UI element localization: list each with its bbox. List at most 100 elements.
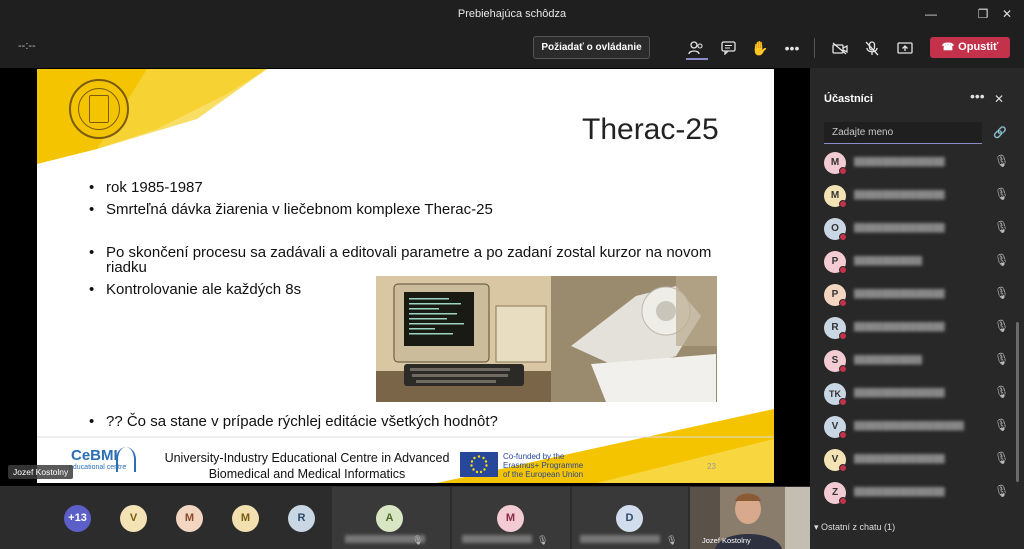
- participant-row[interactable]: Z ████████████████ 🎙: [822, 481, 1012, 505]
- status-badge: [839, 398, 847, 406]
- minimize-icon[interactable]: —: [914, 4, 948, 24]
- participant-name-blurred: ████████████████████: [854, 421, 964, 430]
- mic-off-icon: 🎙: [994, 319, 1010, 333]
- more-participants-badge[interactable]: +13: [64, 505, 91, 532]
- camera-off-icon[interactable]: [828, 36, 852, 60]
- presenter-video-name: Jozef Kostolny: [702, 536, 751, 545]
- participant-name-blurred: ████████████████: [854, 190, 945, 199]
- mic-off-icon: 🎙: [994, 352, 1010, 366]
- participant-name-blurred: ████████████████: [854, 388, 945, 397]
- bullet-list-bottom: ?? Čo sa stane v prípade rýchlej editáci…: [89, 413, 498, 430]
- bullet-item: Po skončení procesu sa zadávali a editov…: [89, 245, 729, 275]
- participant-search-input[interactable]: [824, 122, 982, 144]
- mic-off-icon: 🎙: [994, 253, 1010, 267]
- mic-off-icon: 🎙: [994, 451, 1010, 465]
- mic-off-icon: 🎙: [537, 535, 549, 545]
- share-invite-link-icon[interactable]: 🔗: [993, 126, 1007, 139]
- participant-row[interactable]: P ████████████ 🎙: [822, 250, 1012, 274]
- mic-off-icon: 🎙: [994, 286, 1010, 300]
- footer-line-2: Biomedical and Medical Informatics: [208, 467, 406, 481]
- participant-row[interactable]: R ████████████████ 🎙: [822, 316, 1012, 340]
- participants-panel: Účastníci ••• ✕ 🔗 M ████████████████ 🎙 M…: [810, 68, 1024, 549]
- mic-off-icon: 🎙: [666, 535, 678, 545]
- mic-off-icon: 🎙: [994, 484, 1010, 498]
- participant-row[interactable]: M ████████████████ 🎙: [822, 151, 1012, 175]
- panel-scrollbar[interactable]: [1016, 322, 1019, 482]
- participant-avatar: A: [376, 505, 403, 532]
- participant-avatar[interactable]: R: [288, 505, 315, 532]
- slide-title: Therac-25: [582, 113, 719, 146]
- footer-line-1: University-Industry Educational Centre i…: [164, 451, 450, 465]
- close-icon[interactable]: ✕: [994, 92, 1004, 106]
- participant-avatar[interactable]: M: [232, 505, 259, 532]
- mic-off-icon: 🎙: [994, 385, 1010, 399]
- mic-off-icon[interactable]: [860, 36, 884, 60]
- status-badge: [839, 365, 847, 373]
- participant-name-blurred: ████████████████: [854, 454, 945, 463]
- participant-row[interactable]: TK ████████████████ 🎙: [822, 382, 1012, 406]
- participant-avatar[interactable]: M: [176, 505, 203, 532]
- slide-number: 23: [707, 462, 716, 471]
- toolbar-divider: [814, 38, 815, 58]
- mic-off-icon: 🎙: [994, 418, 1010, 432]
- active-tab-indicator: [686, 58, 708, 60]
- participant-avatar[interactable]: V: [120, 505, 147, 532]
- participant-row[interactable]: P ████████████████ 🎙: [822, 283, 1012, 307]
- leave-label: Opustiť: [958, 41, 999, 53]
- chat-others-section[interactable]: ▾ Ostatní z chatu (1): [814, 522, 895, 533]
- therac-photo: [376, 276, 717, 402]
- request-control-button[interactable]: Požiadať o ovládanie: [533, 36, 650, 59]
- status-badge: [839, 332, 847, 340]
- panel-title: Účastníci: [824, 93, 873, 105]
- close-icon[interactable]: ✕: [990, 4, 1024, 24]
- status-badge: [839, 233, 847, 241]
- status-badge: [839, 200, 847, 208]
- mic-off-icon: 🎙: [994, 187, 1010, 201]
- share-icon[interactable]: [893, 36, 917, 60]
- participant-name-blurred: [580, 535, 660, 543]
- more-options-icon[interactable]: •••: [970, 88, 985, 104]
- eu-flag-icon: [460, 452, 498, 477]
- shared-content-stage: Therac-25 rok 1985-1987 Smrteľná dávka ž…: [0, 68, 810, 486]
- participant-avatar: D: [616, 505, 643, 532]
- status-badge: [839, 431, 847, 439]
- participant-row[interactable]: V ████████████████ 🎙: [822, 448, 1012, 472]
- phone-hangup-icon: ☎: [941, 42, 955, 53]
- eu-line-1: Co-funded by the: [503, 452, 565, 461]
- meeting-timer: --:--: [18, 40, 36, 52]
- participant-row[interactable]: O ████████████████ 🎙: [822, 217, 1012, 241]
- eu-line-3: of the European Union: [503, 470, 584, 479]
- status-badge: [839, 266, 847, 274]
- mic-off-icon: 🎙: [412, 535, 424, 545]
- more-icon[interactable]: •••: [780, 36, 804, 60]
- mic-off-icon: 🎙: [994, 220, 1010, 234]
- presenter-video-tile[interactable]: Jozef Kostolny: [690, 487, 810, 549]
- participant-row[interactable]: S ████████████ 🎙: [822, 349, 1012, 373]
- footer-text: University-Industry Educational Centre i…: [157, 450, 457, 482]
- mic-off-icon: 🎙: [994, 154, 1010, 168]
- bullet-item: rok 1985-1987: [89, 179, 493, 196]
- presenter-name-tag: Jozef Kostolny: [8, 465, 74, 479]
- participant-avatar: M: [497, 505, 524, 532]
- cebmi-logo-icon: [116, 447, 136, 472]
- presentation-slide: Therac-25 rok 1985-1987 Smrteľná dávka ž…: [37, 69, 774, 483]
- bullet-item: ?? Čo sa stane v prípade rýchlej editáci…: [89, 413, 498, 430]
- chat-icon[interactable]: [716, 36, 740, 60]
- participant-row[interactable]: V ████████████████████ 🎙: [822, 415, 1012, 439]
- participant-name-blurred: ████████████: [854, 256, 923, 265]
- teams-meeting-window: Prebiehajúca schôdza — ❐ ✕ --:-- Požiada…: [0, 0, 1024, 549]
- cebmi-logo-text: CeBMI: [71, 447, 118, 464]
- participant-row[interactable]: M ████████████████ 🎙: [822, 184, 1012, 208]
- participant-name-blurred: ████████████████: [854, 289, 945, 298]
- participants-icon[interactable]: [684, 36, 708, 60]
- participant-name-blurred: ████████████████: [854, 487, 945, 496]
- chevron-down-icon: ▾: [814, 522, 822, 532]
- participant-name-blurred: ████████████████: [854, 223, 945, 232]
- window-title: Prebiehajúca schôdza: [457, 8, 567, 20]
- leave-button[interactable]: ☎ Opustiť: [930, 37, 1010, 58]
- raise-hand-icon[interactable]: ✋: [748, 36, 772, 60]
- status-badge: [839, 299, 847, 307]
- status-badge: [839, 464, 847, 472]
- bullet-item: Smrteľná dávka žiarenia v liečebnom komp…: [89, 201, 493, 218]
- participant-name-blurred: [462, 535, 532, 543]
